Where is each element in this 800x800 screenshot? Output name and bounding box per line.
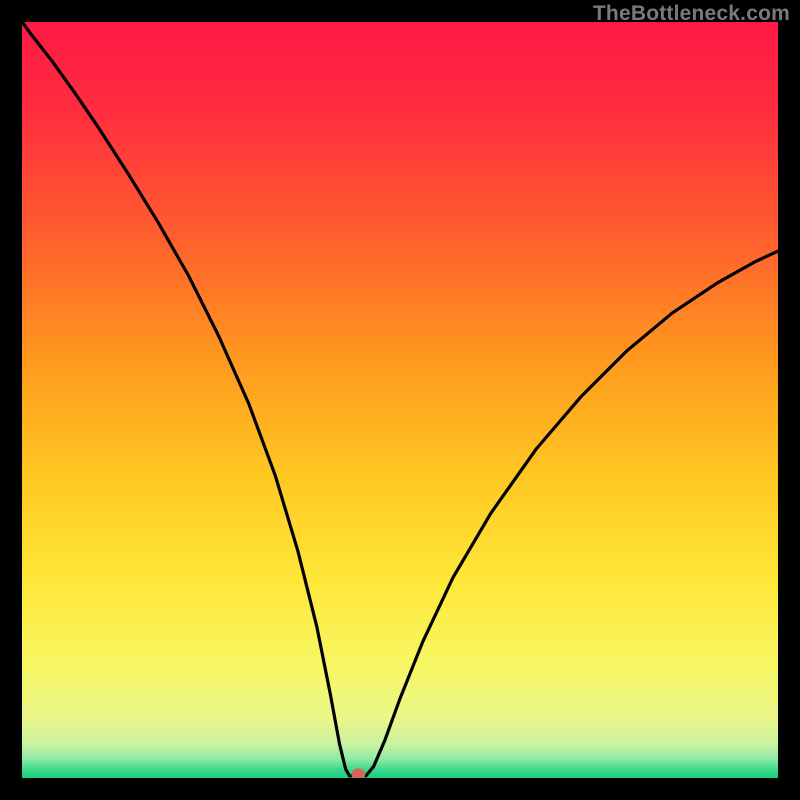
plot-area — [22, 22, 778, 778]
gradient-background — [22, 22, 778, 778]
plot-svg — [22, 22, 778, 778]
chart-frame: TheBottleneck.com — [0, 0, 800, 800]
